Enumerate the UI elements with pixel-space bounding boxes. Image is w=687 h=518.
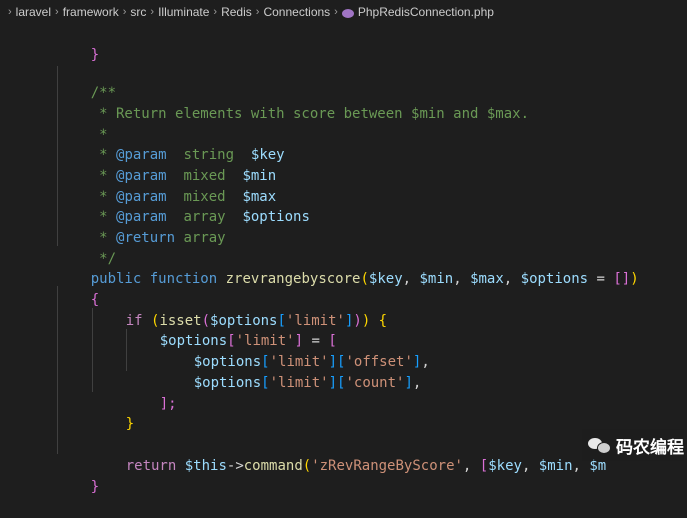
breadcrumb: › laravel › framework › src › Illuminate… xyxy=(0,0,687,24)
code-line: * @param array $options xyxy=(90,208,310,225)
breadcrumb-item-laravel[interactable]: laravel xyxy=(16,5,51,19)
code-editor[interactable]: } /** * Return elements with score betwe… xyxy=(0,24,687,495)
breadcrumb-item-file[interactable]: PhpRedisConnection.php xyxy=(358,5,494,19)
breadcrumb-item-connections[interactable]: Connections xyxy=(263,5,330,19)
chevron-right-icon: › xyxy=(255,6,260,18)
watermark: 码农编程 xyxy=(582,429,684,461)
code-line: if (isset($options['limit'])) { xyxy=(125,312,388,329)
code-line: { xyxy=(90,291,100,308)
code-line: $options['limit']['offset'], xyxy=(193,353,430,370)
code-line: } xyxy=(90,478,100,495)
code-line: /** xyxy=(90,84,117,101)
chevron-right-icon: › xyxy=(334,6,338,18)
breadcrumb-item-illuminate[interactable]: Illuminate xyxy=(158,5,209,19)
code-line: ]; xyxy=(159,395,177,412)
chevron-right-icon: › xyxy=(213,6,218,18)
watermark-text: 码农编程 xyxy=(616,437,684,458)
code-line: * @param string $key xyxy=(90,146,285,163)
code-line: * @return array xyxy=(90,229,226,246)
code-line: */ xyxy=(90,250,117,267)
chevron-right-icon: › xyxy=(8,6,12,18)
chevron-right-icon: › xyxy=(122,6,127,18)
code-line: } xyxy=(90,46,100,63)
code-line: } xyxy=(125,415,135,432)
code-line: * xyxy=(90,126,108,143)
code-line: * Return elements with score between $mi… xyxy=(90,105,530,122)
code-line: $options['limit'] = [ xyxy=(159,332,337,349)
breadcrumb-item-redis[interactable]: Redis xyxy=(221,5,252,19)
code-line: * @param mixed $max xyxy=(90,188,277,205)
breadcrumb-item-src[interactable]: src xyxy=(130,5,146,19)
code-line: $options['limit']['count'], xyxy=(193,374,422,391)
php-file-icon xyxy=(341,8,354,18)
code-line: public function zrevrangebyscore($key, $… xyxy=(90,270,639,287)
code-line: * @param mixed $min xyxy=(90,167,277,184)
chevron-right-icon: › xyxy=(55,6,59,18)
code-line: return $this->command('zRevRangeByScore'… xyxy=(125,457,607,474)
wechat-icon xyxy=(588,436,611,454)
chevron-right-icon: › xyxy=(150,6,155,18)
breadcrumb-item-framework[interactable]: framework xyxy=(63,5,119,19)
